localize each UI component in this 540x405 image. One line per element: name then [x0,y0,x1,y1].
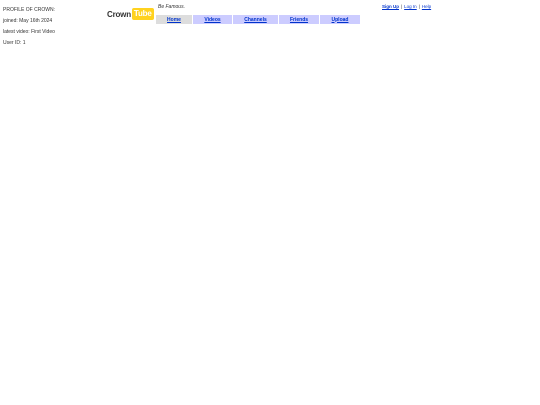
tab-upload[interactable]: Upload [320,15,360,24]
tab-videos[interactable]: Videos [193,15,232,24]
tab-home[interactable]: Home [156,15,192,24]
separator: | [401,4,403,9]
logo-box: Tube [131,8,154,20]
logo-word: Crown [107,9,131,19]
profile-panel: PROFILE OF CROWN: joined: May 16th 2024 … [3,8,55,52]
profile-user-id: User ID: 1 [3,40,26,46]
profile-latest-video: latest video: First Video [3,29,55,35]
site-logo[interactable]: Crown Tube [107,8,154,20]
tab-friends[interactable]: Friends [279,15,319,24]
help-link[interactable]: Help [422,4,431,9]
log-in-link[interactable]: Log In [404,4,417,9]
separator: | [418,4,420,9]
sign-up-link[interactable]: Sign Up [382,4,399,9]
profile-title: PROFILE OF CROWN: [3,7,55,13]
page: PROFILE OF CROWN: joined: May 16th 2024 … [0,0,540,405]
main-nav: Home Videos Channels Friends Upload [156,15,361,24]
tab-channels[interactable]: Channels [233,15,278,24]
account-links: Sign Up | Log In | Help [382,4,431,9]
profile-joined: joined: May 16th 2024 [3,18,53,24]
site-slogan: Be Famous. [158,4,185,10]
